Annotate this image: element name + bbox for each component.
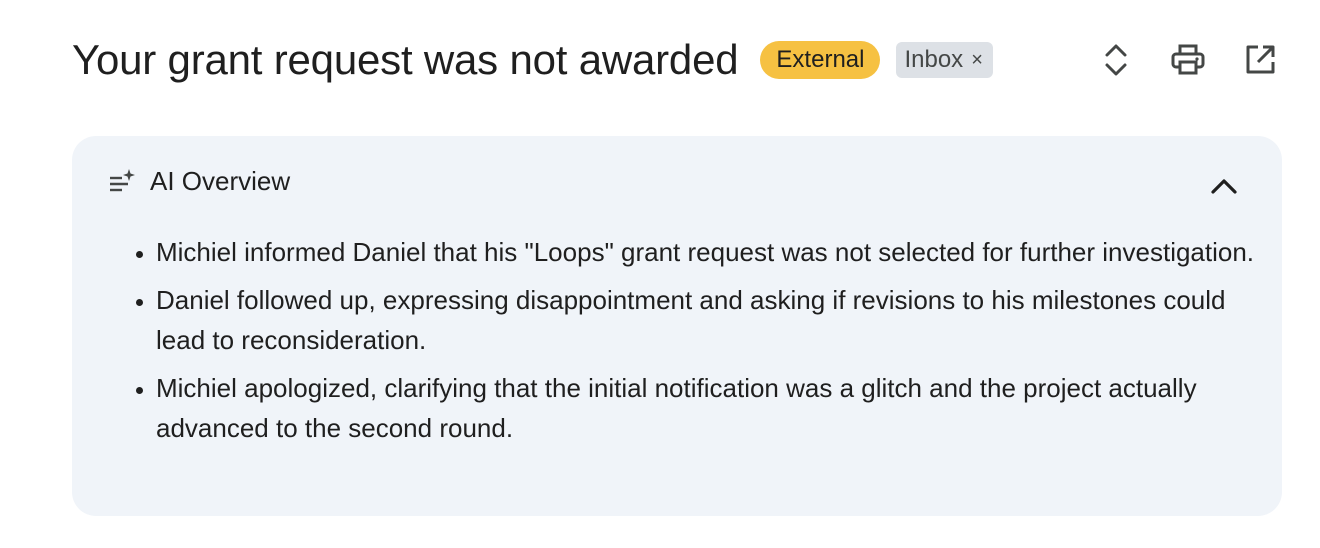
remove-label-button[interactable]: × [971, 50, 983, 70]
expand-all-button[interactable] [1096, 40, 1136, 80]
open-in-new-icon [1246, 45, 1275, 74]
print-icon [1171, 44, 1205, 75]
summary-bullet: Daniel followed up, expressing disappoin… [156, 280, 1266, 360]
ai-overview-summary-list: Michiel informed Daniel that his "Loops"… [120, 232, 1266, 456]
ai-overview-panel: AI Overview Michiel informed Daniel that… [72, 136, 1282, 516]
email-subject: Your grant request was not awarded [72, 36, 739, 83]
header-toolbar [1064, 30, 1280, 90]
external-badge: External [760, 41, 881, 79]
ai-overview-title: AI Overview [150, 166, 291, 196]
collapse-overview-button[interactable] [1206, 170, 1242, 202]
summary-bullet: Michiel informed Daniel that his "Loops"… [156, 232, 1266, 272]
unfold-icon [1105, 44, 1127, 76]
ai-overview-header: AI Overview [108, 166, 290, 197]
email-header: Your grant request was not awarded Exter… [72, 30, 1280, 90]
chevron-up-icon [1211, 179, 1237, 194]
open-in-new-window-button[interactable] [1240, 40, 1280, 80]
print-button[interactable] [1168, 40, 1208, 80]
inbox-label-text: Inbox [904, 46, 964, 73]
inbox-label[interactable]: Inbox × [896, 42, 993, 78]
sparkle-list-icon [110, 168, 135, 191]
summary-bullet: Michiel apologized, clarifying that the … [156, 368, 1266, 448]
